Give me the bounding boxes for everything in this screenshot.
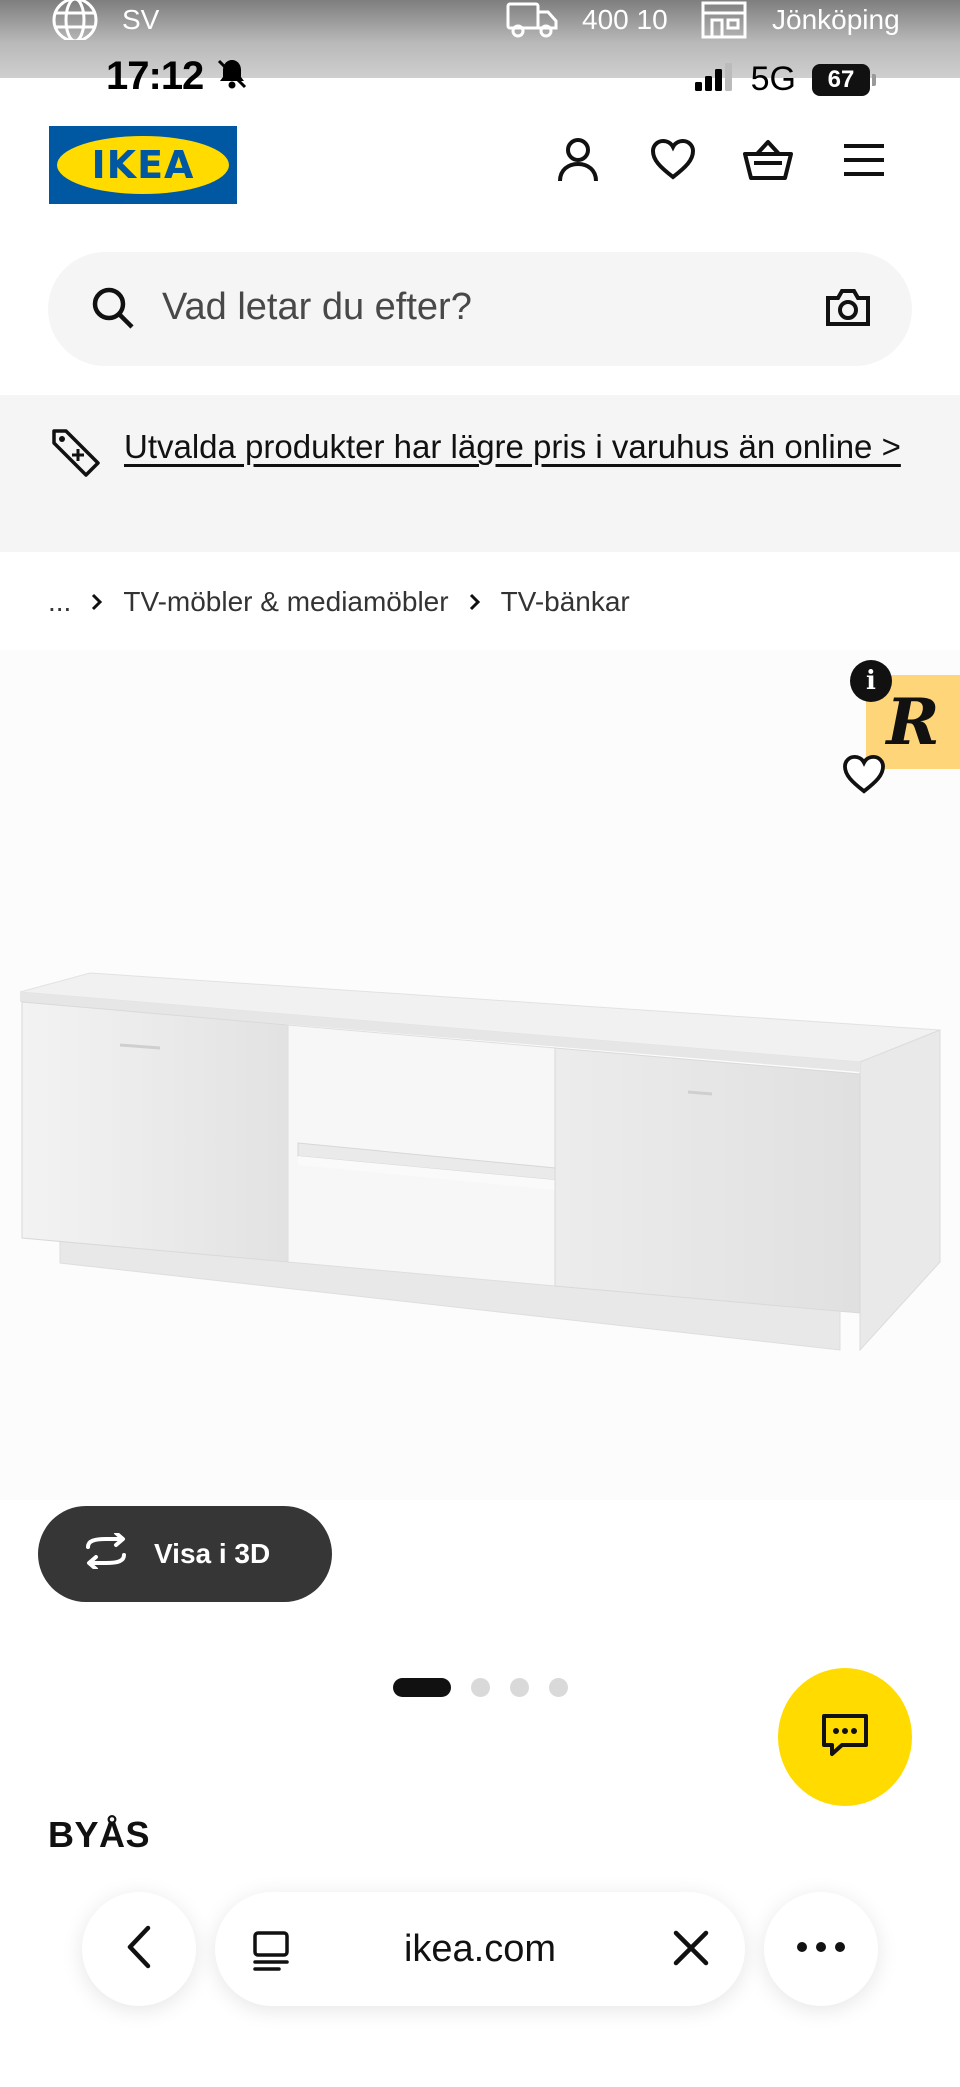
battery-indicator: 67	[812, 63, 876, 96]
status-indicators: 5G 67	[693, 60, 876, 99]
breadcrumb-item-tv-mobler[interactable]: TV-möbler & mediamöbler	[123, 586, 448, 618]
menu-button[interactable]	[838, 136, 890, 188]
promo-link[interactable]: Utvalda produkter har lägre pris i varuh…	[124, 422, 904, 472]
globe-icon	[50, 0, 100, 40]
chat-icon	[820, 1711, 870, 1764]
info-icon[interactable]: i	[850, 660, 892, 702]
carousel-dot[interactable]	[549, 1678, 568, 1697]
add-to-favourites-icon[interactable]	[842, 754, 886, 800]
store-selector[interactable]: Jönköping	[700, 0, 900, 40]
account-button[interactable]	[552, 136, 604, 188]
price-tag-icon	[50, 427, 102, 484]
camera-search-icon[interactable]	[824, 284, 872, 335]
carousel-dot[interactable]	[471, 1678, 490, 1697]
user-icon	[556, 137, 600, 188]
product-name: BYÅS	[48, 1814, 151, 1855]
breadcrumb: ... TV-möbler & mediamöbler TV-bänkar	[48, 582, 630, 622]
promo-banner[interactable]: Utvalda produkter har lägre pris i varuh…	[0, 395, 960, 552]
view-3d-button[interactable]: Visa i 3D	[38, 1506, 332, 1602]
ikea-logo[interactable]: IKEA	[49, 126, 237, 204]
bell-muted-icon	[215, 56, 249, 101]
breadcrumb-item-tv-bankar[interactable]: TV-bänkar	[501, 586, 630, 618]
chevron-right-icon	[91, 593, 103, 611]
network-label: 5G	[750, 60, 796, 98]
carousel-dot[interactable]	[393, 1678, 451, 1697]
chat-button[interactable]	[778, 1668, 912, 1806]
status-time: 17:12	[106, 54, 249, 101]
chevron-right-icon	[469, 593, 481, 611]
view-3d-label: Visa i 3D	[154, 1538, 271, 1569]
browser-back-button[interactable]	[82, 1892, 196, 2006]
postal-code-label: 400 10	[582, 4, 668, 35]
hamburger-icon	[842, 142, 886, 183]
language-label: SV	[122, 4, 160, 35]
signal-icon	[693, 62, 735, 97]
carousel-indicator	[393, 1678, 568, 1697]
tv-bench-image	[19, 972, 941, 1352]
rotate-3d-icon	[80, 1530, 132, 1576]
browser-url-bar[interactable]: ikea.com	[215, 1892, 745, 2006]
truck-icon	[506, 0, 560, 40]
store-label: Jönköping	[772, 4, 900, 35]
close-icon[interactable]	[671, 1928, 711, 1973]
logo-text: IKEA	[91, 143, 195, 187]
carousel-dot[interactable]	[510, 1678, 529, 1697]
logo-oval: IKEA	[57, 136, 229, 194]
url-text[interactable]: ikea.com	[215, 1928, 745, 1971]
basket-icon	[742, 138, 794, 187]
browser-more-button[interactable]	[764, 1892, 878, 2006]
search-input[interactable]: Vad letar du efter?	[162, 286, 472, 329]
favourites-button[interactable]	[647, 136, 699, 188]
heart-icon	[650, 138, 696, 186]
cart-button[interactable]	[742, 136, 794, 188]
search-icon	[90, 285, 136, 336]
store-icon	[700, 0, 748, 40]
chevron-left-icon	[124, 1924, 154, 1975]
search-bar[interactable]: Vad letar du efter?	[48, 252, 912, 366]
product-image[interactable]	[0, 650, 960, 1500]
language-selector[interactable]: SV	[50, 0, 159, 40]
more-dots-icon	[796, 1940, 846, 1958]
breadcrumb-ellipsis[interactable]: ...	[48, 586, 71, 618]
delivery-postal-code[interactable]: 400 10	[506, 0, 668, 40]
